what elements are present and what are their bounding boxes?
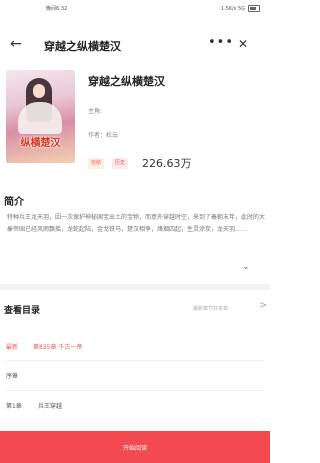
word-count: 226.63万: [142, 157, 192, 170]
more-options-icon[interactable]: •••: [208, 35, 234, 50]
chapter-item-1-title[interactable]: 兵王穿越: [38, 401, 62, 410]
back-arrow-icon[interactable]: ←: [10, 36, 22, 52]
page-title: 穿越之纵横楚汉: [44, 40, 121, 53]
latest-label: 最新: [6, 344, 19, 351]
expand-chevron-icon[interactable]: ⌄: [242, 262, 250, 272]
network-speed: 1.5K/s 5G: [220, 5, 245, 12]
cover-title-logo: 纵横楚汉: [20, 138, 61, 149]
book-cover-image[interactable]: 纵横楚汉: [6, 70, 75, 163]
top-nav-bar: ← 穿越之纵横楚汉 ••• ✕: [0, 32, 270, 60]
intro-heading: 简介: [4, 197, 24, 208]
book-author[interactable]: 作者：松云: [88, 130, 118, 139]
book-name: 穿越之纵横楚汉: [88, 75, 165, 88]
status-icons: 1.5K/s 5G: [221, 5, 260, 12]
toc-status[interactable]: 最新章节共多章: [193, 305, 228, 312]
cover-figure-face: [33, 84, 45, 98]
start-reading-button[interactable]: 开始阅读: [0, 431, 270, 463]
status-bar: 晚间6:32 1.5K/s 5G: [0, 0, 270, 18]
chapter-item-1-number[interactable]: 第1章: [6, 401, 22, 410]
cover-figure-dress: [18, 102, 62, 134]
battery-icon: [248, 5, 260, 12]
intro-text: 特种兵王龙天羽，因一次保护神秘国宝出土的宝物，而意外穿越时空，来到了秦朝末年，此…: [7, 214, 265, 233]
row-divider: [6, 390, 264, 391]
toc-heading[interactable]: 查看目录: [4, 303, 40, 316]
toc-arrow-icon[interactable]: >: [259, 300, 267, 311]
section-divider: [0, 284, 270, 290]
status-time: 晚间6:32: [46, 6, 68, 12]
latest-chapter-link[interactable]: 第835章 千古一帝: [33, 342, 82, 351]
book-protagonist: 主角:: [88, 108, 103, 115]
close-icon[interactable]: ✕: [238, 37, 248, 51]
start-reading-label: 开始阅读: [122, 444, 147, 452]
category-tag[interactable]: 历史: [112, 158, 129, 169]
chapter-item-preface[interactable]: 序章: [6, 371, 18, 380]
row-divider: [6, 360, 264, 361]
status-tag: 完结: [88, 158, 105, 169]
